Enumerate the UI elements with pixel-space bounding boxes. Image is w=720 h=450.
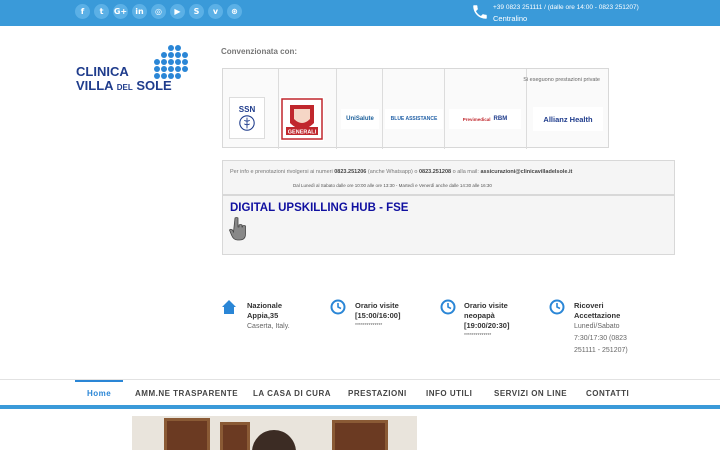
- admissions-title: Ricoveri Accettazione: [574, 301, 621, 320]
- phone-label: Centralino: [493, 14, 528, 23]
- admissions-hours: Lunedì/Sabato 7:30/17:30 (0823 251111 - 25…: [574, 323, 628, 354]
- logo-text-villa: VILLA DEL SOLE: [76, 78, 172, 93]
- visit-hours-fathers-value: **************: [464, 333, 492, 339]
- facebook-icon[interactable]: f: [75, 4, 90, 19]
- nav-contatti[interactable]: CONTATTI: [586, 380, 629, 406]
- nav-info-utili[interactable]: INFO UTILI: [426, 380, 472, 406]
- logo-text-clinica: CLINICA: [76, 64, 129, 79]
- digital-hub-box: DIGITAL UPSKILLING HUB - FSE: [222, 195, 675, 255]
- nav-bottom-bar: [0, 405, 720, 409]
- social-links: f t G+ in ◎ ▶ S v ⊛: [75, 4, 242, 19]
- nav-amministrazione-trasparente[interactable]: AMM.NE TRASPARENTE: [135, 380, 238, 406]
- visit-hours-fathers-title: Orario visite neopapà [19:00/20:30]: [464, 301, 510, 330]
- google-plus-icon[interactable]: G+: [113, 4, 128, 19]
- vimeo-icon[interactable]: v: [208, 4, 223, 19]
- previmedical-rbm-logo: Previmedical RBM: [449, 109, 521, 129]
- nav-home[interactable]: Home: [87, 380, 111, 406]
- address-city: Caserta, Italy.: [247, 323, 290, 330]
- clock-icon: [330, 299, 346, 315]
- phone-icon: [473, 5, 487, 19]
- booking-info: Per info e prenotazioni rivolgersi ai nu…: [222, 160, 675, 195]
- clock-icon: [549, 299, 565, 315]
- twitter-icon[interactable]: t: [94, 4, 109, 19]
- visit-hours-value: **************: [355, 323, 383, 329]
- digital-hub-link[interactable]: DIGITAL UPSKILLING HUB - FSE: [230, 202, 408, 214]
- generali-logo: GENERALI: [280, 97, 324, 141]
- clock-icon: [440, 299, 456, 315]
- linkedin-icon[interactable]: in: [132, 4, 147, 19]
- partners-table: Si eseguono prestazioni private SSN GENE…: [222, 68, 609, 149]
- convenzionata-label: Convenzionata con:: [221, 47, 298, 56]
- home-icon: [222, 300, 236, 314]
- svg-text:GENERALI: GENERALI: [288, 130, 317, 136]
- nav-prestazioni[interactable]: PRESTAZIONI: [348, 380, 407, 406]
- logo-dots: [154, 45, 188, 79]
- nav-casa-di-cura[interactable]: LA CASA DI CURA: [253, 380, 331, 406]
- phone-number[interactable]: +39 0823 251111 / (dalle ore 14:00 - 082…: [493, 4, 639, 11]
- blue-assistance-logo: BLUE ASSISTANCE: [385, 109, 443, 129]
- ssn-logo: SSN: [229, 97, 265, 139]
- instagram-icon[interactable]: ◎: [151, 4, 166, 19]
- visit-hours-title: Orario visite [15:00/16:00]: [355, 301, 401, 320]
- clinic-logo[interactable]: CLINICA VILLA DEL SOLE: [76, 42, 192, 98]
- dribbble-icon[interactable]: ⊛: [227, 4, 242, 19]
- private-note: Si eseguono prestazioni private: [523, 77, 600, 83]
- address-title: Nazionale Appia,35: [247, 301, 283, 320]
- pointer-hand-icon[interactable]: [229, 216, 247, 242]
- main-nav: Home AMM.NE TRASPARENTE LA CASA DI CURA …: [0, 379, 720, 405]
- unisalute-logo: UniSalute: [341, 109, 379, 129]
- skype-icon[interactable]: S: [189, 4, 204, 19]
- booking-hours: Dal Lunedì al Sabato dalle ore 10:00 all…: [293, 183, 492, 188]
- nav-servizi-online[interactable]: SERVIZI ON LINE: [494, 380, 567, 406]
- allianz-health-logo: Allianz Health: [533, 107, 603, 131]
- youtube-icon[interactable]: ▶: [170, 4, 185, 19]
- top-bar: f t G+ in ◎ ▶ S v ⊛ +39 0823 251111 / (d…: [0, 0, 720, 26]
- booking-info-text: Per info e prenotazioni rivolgersi ai nu…: [230, 169, 573, 175]
- hero-photo: [132, 416, 417, 450]
- email-link[interactable]: assicurazioni@clinicavilladelsole.it: [480, 169, 572, 175]
